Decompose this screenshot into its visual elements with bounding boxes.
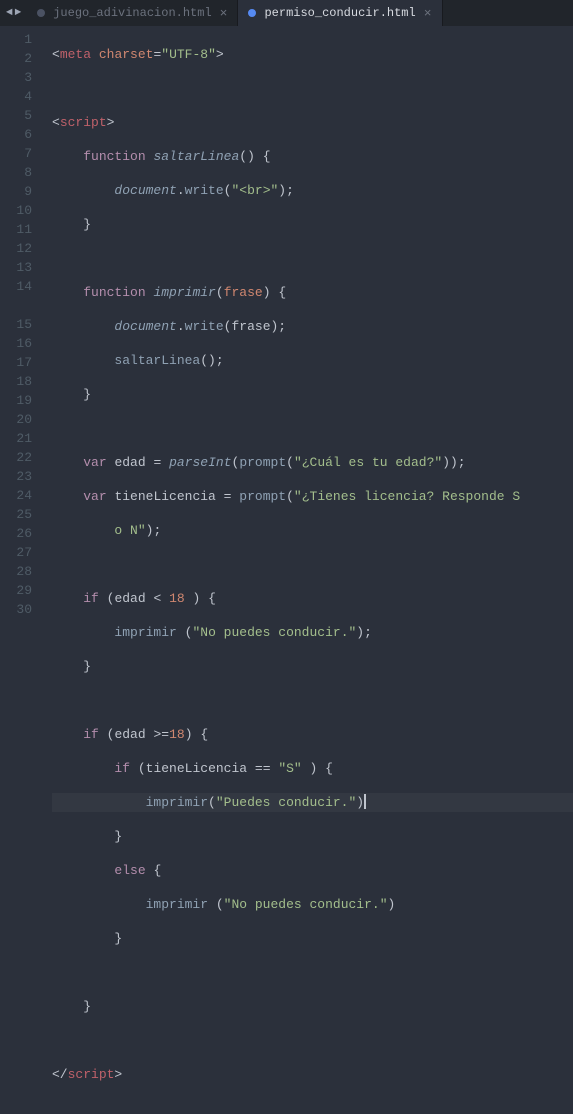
line-number: 13 bbox=[0, 258, 46, 277]
line-number: 6 bbox=[0, 125, 46, 144]
line-number: 10 bbox=[0, 201, 46, 220]
line-number: 30 bbox=[0, 600, 46, 619]
tab-label: juego_adivinacion.html bbox=[53, 6, 211, 20]
line-number: 24 bbox=[0, 486, 46, 505]
close-icon[interactable]: × bbox=[424, 6, 432, 21]
line-number: 28 bbox=[0, 562, 46, 581]
tab-juego-adivinacion[interactable]: juego_adivinacion.html × bbox=[27, 0, 238, 26]
nav-back-icon[interactable]: ◄ bbox=[6, 7, 13, 19]
tab-permiso-conducir[interactable]: permiso_conducir.html × bbox=[238, 0, 442, 26]
line-number: 2 bbox=[0, 49, 46, 68]
line-number-gutter: 1 2 3 4 5 6 7 8 9 10 11 12 13 14 15 16 1… bbox=[0, 26, 46, 596]
tab-label: permiso_conducir.html bbox=[264, 6, 415, 20]
line-number: 3 bbox=[0, 68, 46, 87]
modified-dot-icon bbox=[248, 9, 256, 17]
nav-forward-icon[interactable]: ► bbox=[15, 7, 22, 19]
line-number: 5 bbox=[0, 106, 46, 125]
line-number: 16 bbox=[0, 334, 46, 353]
line-number: 20 bbox=[0, 410, 46, 429]
line-number: 18 bbox=[0, 372, 46, 391]
line-number: 7 bbox=[0, 144, 46, 163]
line-number: 1 bbox=[0, 30, 46, 49]
line-number: 22 bbox=[0, 448, 46, 467]
tab-bar: juego_adivinacion.html × permiso_conduci… bbox=[27, 0, 442, 26]
line-number: 27 bbox=[0, 543, 46, 562]
line-number: 11 bbox=[0, 220, 46, 239]
line-number: 17 bbox=[0, 353, 46, 372]
line-number: 8 bbox=[0, 163, 46, 182]
titlebar: ◄ ► juego_adivinacion.html × permiso_con… bbox=[0, 0, 573, 26]
line-number: 23 bbox=[0, 467, 46, 486]
line-number: 4 bbox=[0, 87, 46, 106]
editor: 1 2 3 4 5 6 7 8 9 10 11 12 13 14 15 16 1… bbox=[0, 26, 573, 596]
text-cursor bbox=[364, 794, 366, 809]
line-number: 29 bbox=[0, 581, 46, 600]
line-number: 15 bbox=[0, 315, 46, 334]
nav-arrows: ◄ ► bbox=[0, 7, 27, 19]
close-icon[interactable]: × bbox=[220, 6, 228, 21]
line-number: 21 bbox=[0, 429, 46, 448]
line-number: 26 bbox=[0, 524, 46, 543]
line-number bbox=[0, 296, 46, 315]
line-number: 19 bbox=[0, 391, 46, 410]
line-number: 25 bbox=[0, 505, 46, 524]
line-number: 14 bbox=[0, 277, 46, 296]
line-number: 9 bbox=[0, 182, 46, 201]
code-area[interactable]: <meta charset="UTF-8"> <script> function… bbox=[46, 26, 573, 596]
line-number: 12 bbox=[0, 239, 46, 258]
modified-dot-icon bbox=[37, 9, 45, 17]
